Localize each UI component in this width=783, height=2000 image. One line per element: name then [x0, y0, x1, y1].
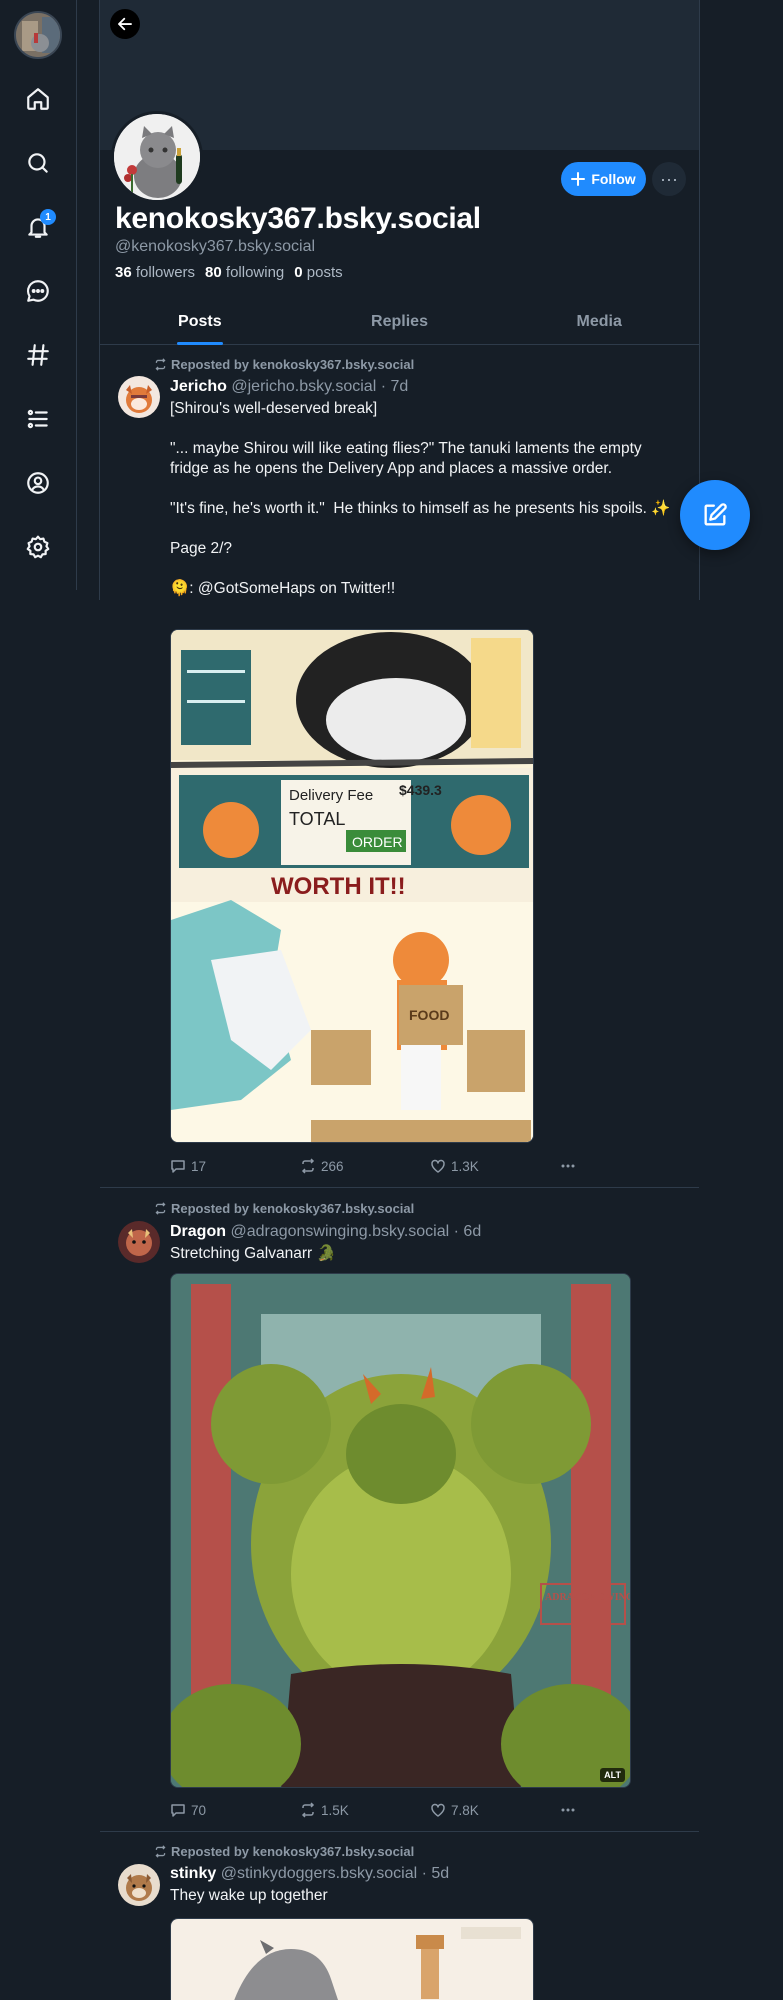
post-time: · 6d [453, 1223, 482, 1240]
compose-icon [704, 503, 727, 526]
profile-more-button[interactable]: ··· [652, 162, 686, 196]
following-stat[interactable]: 80 following [205, 264, 284, 281]
ellipsis-icon [561, 1808, 575, 1812]
post-author-name[interactable]: stinky [170, 1865, 216, 1882]
nav-divider [76, 0, 77, 590]
post-author-handle[interactable]: @adragonswinging.bsky.social [230, 1223, 449, 1240]
repost-icon [155, 358, 166, 371]
heart-icon [431, 1803, 445, 1817]
repost-icon [155, 1202, 166, 1215]
reply-button[interactable]: 70 [170, 1802, 300, 1818]
compose-button[interactable] [680, 480, 750, 550]
nav-profile[interactable] [16, 461, 60, 505]
repost-button[interactable]: 1.5K [300, 1802, 430, 1818]
comic-text: TOTAL [289, 809, 345, 829]
post-header: stinky @stinkydoggers.bsky.social · 5d [170, 1865, 449, 1883]
repost-indicator: Reposted by kenokosky367.bsky.social [154, 1201, 414, 1216]
plus-icon [571, 172, 586, 186]
profile-display-name: kenokosky367.bsky.social [115, 202, 481, 235]
tab-posts[interactable]: Posts [100, 300, 300, 345]
follow-button[interactable]: Follow [561, 162, 646, 196]
post-author-handle[interactable]: @stinkydoggers.bsky.social [221, 1865, 417, 1882]
like-button[interactable]: 1.3K [430, 1158, 560, 1174]
post-header: Dragon @adragonswinging.bsky.social · 6d [170, 1223, 481, 1241]
comic-text: $439.3 [399, 782, 442, 798]
nav-home[interactable] [16, 77, 60, 121]
left-nav: 1 [0, 0, 78, 600]
follow-label: Follow [591, 171, 636, 187]
profile-stats: 36 followers 80 following 0 posts [115, 264, 343, 281]
post-image[interactable] [170, 1918, 534, 2000]
artwork-watermark: ADRAGON SWINGING 2025 [545, 1592, 631, 1603]
arrow-left-icon [118, 17, 132, 31]
comic-text: FOOD [409, 1007, 449, 1023]
posts-stat: 0 posts [294, 264, 343, 281]
tab-replies[interactable]: Replies [300, 300, 500, 344]
post-more-button[interactable] [560, 1802, 576, 1818]
repost-indicator: Reposted by kenokosky367.bsky.social [154, 357, 414, 372]
comic-text: ORDER [352, 834, 403, 850]
nav-notifications[interactable]: 1 [16, 205, 60, 249]
post-image[interactable]: ADRAGON SWINGING 2025 ALT [170, 1273, 631, 1788]
reply-icon [171, 1804, 185, 1817]
post-text: Stretching Galvanarr 🐊 [170, 1245, 336, 1262]
repost-icon [301, 1802, 315, 1818]
profile-tabs: Posts Replies Media [100, 300, 699, 345]
comic-artwork: Delivery Fee TOTAL $439.3 ORDER WORTH IT… [171, 630, 533, 1142]
back-button[interactable] [110, 9, 140, 39]
tab-media[interactable]: Media [499, 300, 699, 344]
user-avatar[interactable] [14, 11, 62, 59]
repost-indicator: Reposted by kenokosky367.bsky.social [154, 1844, 414, 1859]
nav-feeds[interactable] [16, 333, 60, 377]
post-text: They wake up together [170, 1887, 328, 1904]
profile-handle: @kenokosky367.bsky.social [115, 238, 316, 255]
post-image[interactable]: Delivery Fee TOTAL $439.3 ORDER WORTH IT… [170, 629, 534, 1143]
nav-lists[interactable] [16, 397, 60, 441]
profile-icon [27, 472, 49, 494]
list-icon [27, 409, 48, 429]
reply-icon [171, 1160, 185, 1173]
home-icon [27, 88, 49, 110]
ellipsis-icon [561, 1164, 575, 1168]
post-item[interactable]: Reposted by kenokosky367.bsky.social sti… [100, 1832, 699, 2000]
alt-badge[interactable]: ALT [600, 1768, 625, 1782]
heart-icon [431, 1159, 445, 1173]
reply-button[interactable]: 17 [170, 1158, 300, 1174]
post-author-avatar[interactable] [118, 376, 160, 418]
post-author-avatar[interactable] [118, 1221, 160, 1263]
repost-icon [301, 1158, 315, 1174]
like-button[interactable]: 7.8K [430, 1802, 560, 1818]
chat-icon [26, 280, 49, 302]
post-time: · 5d [421, 1865, 450, 1882]
post-actions: 70 1.5K 7.8K [170, 1800, 590, 1820]
post-item[interactable]: Reposted by kenokosky367.bsky.social Dra… [100, 1188, 699, 1830]
gear-icon [26, 535, 50, 559]
post-time: · 7d [380, 378, 409, 395]
post-author-handle[interactable]: @jericho.bsky.social [231, 378, 376, 395]
comic-text: Delivery Fee [289, 787, 373, 804]
more-dots-icon: ··· [660, 168, 678, 189]
nav-settings[interactable] [16, 525, 60, 569]
nav-chat[interactable] [16, 269, 60, 313]
dragon-artwork: ADRAGON SWINGING 2025 [171, 1274, 631, 1787]
search-icon [28, 153, 48, 173]
post-header: Jericho @jericho.bsky.social · 7d [170, 378, 408, 396]
nav-search[interactable] [16, 141, 60, 185]
post-text: [Shirou's well-deserved break] "... mayb… [170, 400, 671, 597]
followers-stat[interactable]: 36 followers [115, 264, 195, 281]
notification-badge: 1 [40, 209, 56, 225]
sketch-artwork [171, 1919, 533, 2000]
profile-avatar[interactable] [111, 111, 203, 203]
repost-button[interactable]: 266 [300, 1158, 430, 1174]
hashtag-icon [27, 344, 49, 366]
post-author-name[interactable]: Dragon [170, 1223, 226, 1240]
post-actions: 17 266 1.3K [170, 1156, 590, 1176]
post-author-avatar[interactable] [118, 1864, 160, 1906]
repost-icon [155, 1845, 166, 1858]
post-author-name[interactable]: Jericho [170, 378, 227, 395]
comic-text: WORTH IT!! [271, 873, 406, 900]
post-item[interactable]: Reposted by kenokosky367.bsky.social Jer… [100, 345, 699, 1185]
post-more-button[interactable] [560, 1158, 576, 1174]
